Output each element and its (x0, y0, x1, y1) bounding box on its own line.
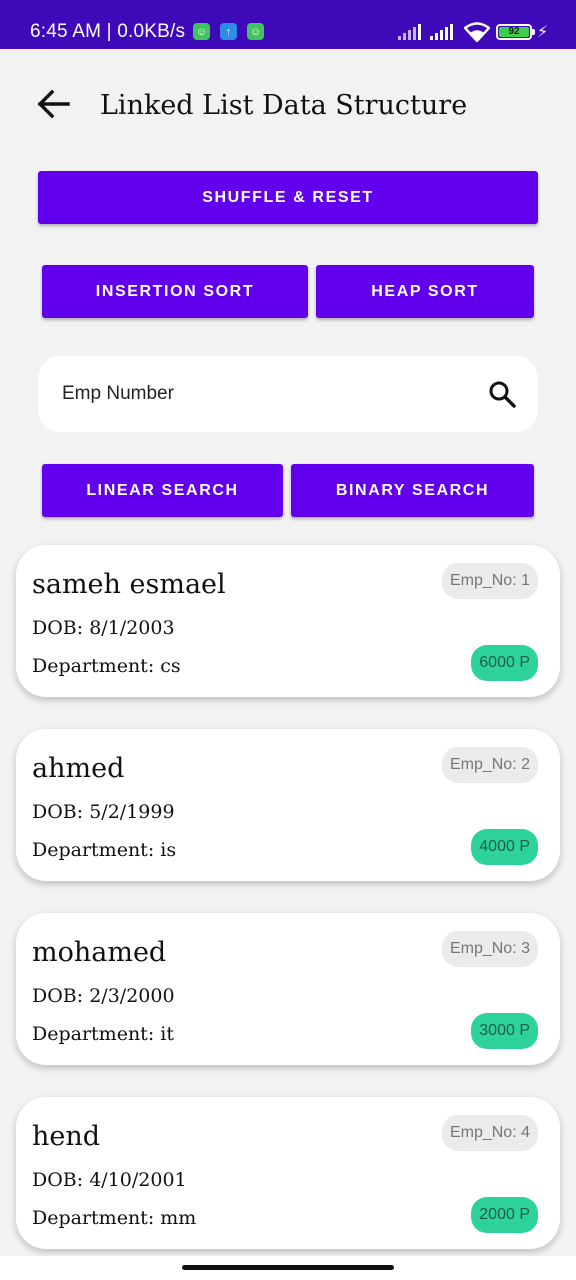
search-icon[interactable] (488, 380, 516, 408)
employee-department: Department: is (32, 839, 177, 861)
salary-badge: 6000 P (471, 645, 538, 681)
employee-card[interactable]: sameh esmael DOB: 8/1/2003 Department: c… (16, 545, 560, 697)
emp-number-search-input[interactable] (62, 380, 462, 408)
signal-strength-icon (430, 24, 456, 40)
employee-dob: DOB: 8/1/2003 (32, 617, 175, 639)
emp-number-badge: Emp_No: 1 (441, 563, 538, 599)
employee-department: Department: cs (32, 655, 181, 677)
insertion-sort-button[interactable]: INSERTION SORT (42, 265, 308, 318)
heap-sort-button[interactable]: HEAP SORT (316, 265, 534, 318)
binary-search-button[interactable]: BINARY SEARCH (291, 464, 534, 517)
employee-card[interactable]: ahmed DOB: 5/2/1999 Department: is Emp_N… (16, 729, 560, 881)
status-bar: 6:45 AM | 0.0KB/s ☺ ↑ ☺ 92 ⚡ (0, 0, 576, 49)
employee-name: ahmed (32, 753, 125, 784)
battery-tip (532, 29, 535, 35)
signal-strength-icon (398, 24, 424, 40)
employee-card[interactable]: hend DOB: 4/10/2001 Department: mm Emp_N… (16, 1097, 560, 1249)
search-box (38, 356, 538, 432)
battery-icon: 92 (496, 24, 532, 40)
battery-level: 92 (499, 27, 529, 37)
emp-number-badge: Emp_No: 4 (441, 1115, 538, 1151)
back-button[interactable] (30, 84, 76, 124)
upload-notification-icon: ↑ (220, 23, 237, 40)
emp-number-badge: Emp_No: 3 (441, 931, 538, 967)
employee-dob: DOB: 4/10/2001 (32, 1169, 187, 1191)
employee-name: sameh esmael (32, 569, 226, 600)
shuffle-reset-button[interactable]: SHUFFLE & RESET (38, 171, 538, 224)
emp-number-badge: Emp_No: 2 (441, 747, 538, 783)
app-notification-icon: ☺ (193, 23, 210, 40)
employee-dob: DOB: 2/3/2000 (32, 985, 175, 1007)
employee-card[interactable]: mohamed DOB: 2/3/2000 Department: it Emp… (16, 913, 560, 1065)
salary-badge: 3000 P (471, 1013, 538, 1049)
back-arrow-icon (37, 89, 70, 119)
status-time: 6:45 AM | 0.0KB/s (30, 21, 186, 42)
employee-name: mohamed (32, 937, 167, 968)
employee-department: Department: it (32, 1023, 174, 1045)
charging-icon: ⚡ (537, 24, 549, 41)
linear-search-button[interactable]: LINEAR SEARCH (42, 464, 283, 517)
wifi-icon (464, 22, 490, 42)
employee-department: Department: mm (32, 1207, 197, 1229)
salary-badge: 2000 P (471, 1197, 538, 1233)
employee-name: hend (32, 1121, 101, 1152)
salary-badge: 4000 P (471, 829, 538, 865)
app-notification-icon: ☺ (247, 23, 264, 40)
home-indicator[interactable] (182, 1265, 394, 1270)
employee-dob: DOB: 5/2/1999 (32, 801, 175, 823)
page-title: Linked List Data Structure (100, 90, 468, 121)
